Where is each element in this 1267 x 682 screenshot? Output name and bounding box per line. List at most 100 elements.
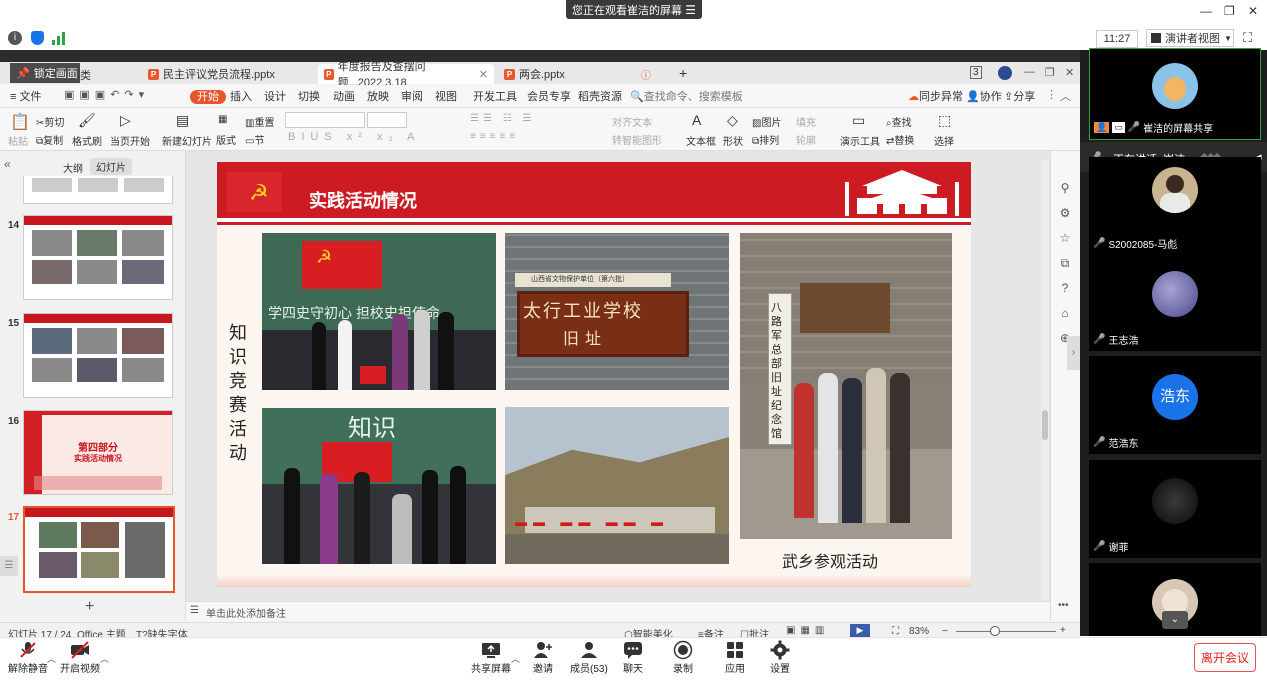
textbox-button[interactable]: 文本框	[686, 133, 716, 148]
section-button[interactable]: ▭节	[245, 132, 264, 147]
sync-status[interactable]: ☁同步异常	[908, 88, 963, 104]
copy-button[interactable]: ⧉复制	[36, 132, 63, 147]
close-icon[interactable]: ✕	[1065, 66, 1074, 79]
invite-button[interactable]: 邀请	[533, 640, 553, 675]
outline-button[interactable]: 轮廓	[796, 132, 816, 147]
menu-developer[interactable]: 开发工具	[473, 88, 517, 104]
new-slide-icon[interactable]: ▤	[176, 112, 189, 129]
video-options-icon[interactable]: ︿	[100, 652, 109, 665]
notes-area[interactable]: ☰ 单击此处添加备注	[186, 601, 1050, 621]
view-mode-dropdown[interactable]: 演讲者视图 ▼	[1146, 29, 1234, 47]
zoom-level[interactable]: 83%	[909, 626, 929, 637]
font-size-select[interactable]	[367, 112, 407, 128]
audio-options-icon[interactable]: ︿	[47, 652, 56, 665]
cut-button[interactable]: ✂剪切	[36, 114, 64, 129]
textbox-icon[interactable]: A	[692, 112, 701, 128]
quick-access-icons[interactable]: ▣▣▣↶↷▾	[64, 88, 149, 101]
alignment-buttons[interactable]: ≡≡≡≡≡	[470, 131, 519, 142]
play-icon[interactable]: ▷	[120, 112, 131, 129]
more-tools-icon[interactable]: •••	[1058, 600, 1069, 611]
zoom-slider[interactable]	[956, 631, 1056, 632]
expand-pane-icon[interactable]: ›	[1067, 336, 1080, 370]
restore-icon[interactable]: ❐	[1045, 66, 1055, 79]
new-tab-icon[interactable]: +	[679, 65, 687, 81]
add-slide-icon[interactable]: +	[85, 598, 94, 616]
thumbnail-slide-14[interactable]	[23, 215, 173, 300]
play-from-current-button[interactable]: 当页开始	[110, 133, 150, 148]
menu-design[interactable]: 设计	[264, 88, 286, 104]
leave-meeting-button[interactable]: 离开会议	[1194, 643, 1256, 672]
zoom-slider-thumb[interactable]	[990, 626, 1000, 636]
share-screen-button[interactable]: 共享屏幕	[471, 640, 511, 675]
menu-insert[interactable]: 插入	[230, 88, 252, 104]
apps-button[interactable]: 应用	[725, 640, 745, 675]
format-painter-icon[interactable]: 🖌	[78, 112, 96, 129]
paste-icon[interactable]: 📋	[10, 112, 30, 132]
info-icon[interactable]: i	[8, 31, 22, 45]
close-tab-icon[interactable]: ✕	[479, 68, 488, 81]
select-icon[interactable]: ⬚	[938, 112, 951, 129]
tab-democratic-review[interactable]: P 民主评议党员流程.pptx	[142, 64, 314, 84]
unmute-button[interactable]: 解除静音	[8, 640, 48, 675]
restore-icon[interactable]: ❐	[1224, 4, 1235, 18]
replace-button[interactable]: ⇄替换	[886, 132, 914, 147]
thumbnail-slide-16[interactable]: 第四部分 实践活动情况	[23, 410, 173, 495]
shape-icon[interactable]: ◇	[727, 112, 738, 129]
thumbnail-slide-17[interactable]	[23, 506, 175, 593]
zoom-in-icon[interactable]: +	[1060, 625, 1066, 636]
chat-button[interactable]: 聊天	[623, 640, 643, 675]
menu-transition[interactable]: 切换	[298, 88, 320, 104]
find-button[interactable]: ⌕查找	[886, 114, 912, 129]
font-style-buttons[interactable]: BIUS x² x₂ A	[288, 131, 421, 143]
fullscreen-icon[interactable]: ⛶	[1243, 30, 1252, 46]
tab-slides[interactable]: 幻灯片	[90, 158, 132, 175]
collapse-ribbon-icon[interactable]: ︿	[1060, 88, 1071, 104]
zoom-out-icon[interactable]: −	[942, 626, 948, 637]
lock-screen-button[interactable]: 📌 锁定画面	[10, 63, 80, 83]
fit-window-icon[interactable]: ⛶	[892, 626, 899, 637]
members-button[interactable]: 成员(53)	[570, 640, 608, 675]
paragraph-buttons[interactable]: ☰☰ ☷ ☰	[470, 113, 535, 124]
participant-card-6[interactable]: ⌄	[1089, 563, 1261, 636]
panel-handle-icon[interactable]: ☰	[0, 556, 18, 576]
layout-button[interactable]: 版式	[216, 132, 236, 147]
minimize-icon[interactable]: —	[1200, 4, 1212, 18]
share-options-icon[interactable]: ︿	[511, 652, 520, 665]
fill-button[interactable]: 填充	[796, 114, 816, 129]
font-family-select[interactable]	[285, 112, 365, 128]
shape-button[interactable]: 形状	[723, 133, 743, 148]
minimize-icon[interactable]: —	[1024, 66, 1035, 78]
participant-card-screen-share[interactable]: 👤 ▭ 🎤 崔洁的屏幕共享	[1089, 48, 1261, 140]
share-banner[interactable]: 您正在观看崔洁的屏幕 ☰	[566, 0, 702, 19]
menu-review[interactable]: 审阅	[401, 88, 423, 104]
menu-animation[interactable]: 动画	[333, 88, 355, 104]
chevron-down-icon[interactable]: ⌄	[1162, 611, 1188, 629]
tab-annual-report[interactable]: P 年度报告及查摆问题...2022.3.18 ✕	[318, 61, 494, 89]
tab-outline[interactable]: 大纲	[63, 160, 83, 175]
view-switch-icons[interactable]: ▣▦▥	[786, 625, 829, 636]
security-shield-icon[interactable]	[31, 31, 44, 45]
menu-docer[interactable]: 稻壳资源	[578, 88, 622, 104]
format-painter-button[interactable]: 格式刷	[72, 133, 102, 148]
partial-tab-label[interactable]: 类	[80, 67, 91, 83]
slideshow-play-icon[interactable]: ▶	[850, 624, 870, 637]
side-tool-icons[interactable]: ⚲ ⚙ ☆ ⧉? ⌂ ⊕	[1058, 176, 1072, 351]
menu-view[interactable]: 视图	[435, 88, 457, 104]
collapse-panel-icon[interactable]: «	[4, 157, 11, 171]
record-button[interactable]: 录制	[673, 640, 693, 675]
file-menu[interactable]: ≡ 文件	[10, 88, 41, 104]
present-tools-button[interactable]: 演示工具	[840, 133, 880, 148]
picture-button[interactable]: ▨图片	[752, 114, 781, 129]
layout-icon[interactable]: ▦	[218, 114, 227, 125]
thumbnail-partial[interactable]	[23, 176, 173, 204]
command-search[interactable]: 🔍查找命令、搜索模板	[630, 88, 743, 104]
participant-card-wangzhihao[interactable]: 🎤 王志浩	[1089, 253, 1261, 351]
present-tools-icon[interactable]: ▭	[852, 112, 865, 129]
menu-slideshow[interactable]: 放映	[367, 88, 389, 104]
paste-button[interactable]: 粘贴	[8, 133, 28, 148]
new-slide-button[interactable]: 新建幻灯片	[162, 133, 212, 148]
participant-card-fanhaodong[interactable]: 浩东 🎤 范浩东	[1089, 356, 1261, 454]
user-avatar-icon[interactable]	[998, 66, 1012, 80]
collab-button[interactable]: 👤协作	[966, 88, 1002, 104]
start-video-button[interactable]: 开启视频	[60, 640, 100, 675]
